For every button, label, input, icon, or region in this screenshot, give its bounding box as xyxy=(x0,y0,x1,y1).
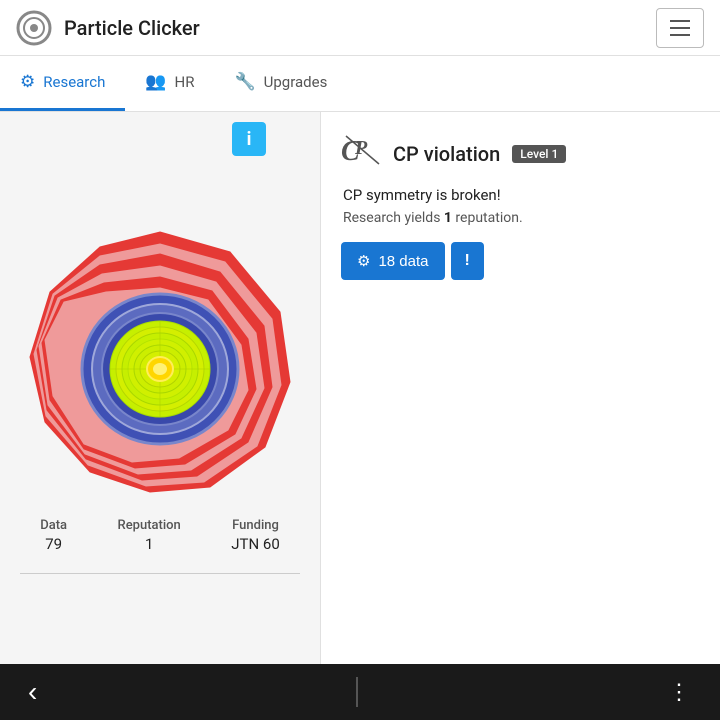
tab-bar: ⚙ Research 👥 HR 🔧 Upgrades xyxy=(0,56,720,112)
research-item-header: C P CP violation Level 1 xyxy=(341,132,700,176)
tab-hr-label: HR xyxy=(175,73,195,91)
action-row: ⚙ 18 data ! xyxy=(341,242,700,280)
cp-violation-icon: C P xyxy=(341,132,381,176)
level-badge: Level 1 xyxy=(512,145,566,163)
right-panel: C P CP violation Level 1 CP symmetry is … xyxy=(320,112,720,664)
stat-reputation-value: 1 xyxy=(145,535,153,553)
tab-research-label: Research xyxy=(43,73,105,91)
item-description: CP symmetry is broken! xyxy=(343,186,700,204)
stat-data-label: Data xyxy=(40,518,67,533)
item-yield: Research yields 1 reputation. xyxy=(343,210,700,226)
stat-funding: Funding JTN 60 xyxy=(231,518,280,553)
hamburger-button[interactable] xyxy=(656,8,704,48)
yield-unit: reputation. xyxy=(452,210,523,226)
tab-upgrades[interactable]: 🔧 Upgrades xyxy=(214,56,347,111)
stat-funding-label: Funding xyxy=(232,518,279,533)
research-btn-label: 18 data xyxy=(378,253,428,270)
panel-divider xyxy=(20,573,300,574)
stat-reputation: Reputation 1 xyxy=(118,518,181,553)
research-action-button[interactable]: ⚙ 18 data xyxy=(341,242,445,280)
yield-prefix: Research yields xyxy=(343,210,444,226)
tab-upgrades-label: Upgrades xyxy=(264,73,328,91)
main-content: i xyxy=(0,112,720,664)
research-tab-icon: ⚙ xyxy=(20,72,35,92)
exclamation-icon: ! xyxy=(465,252,470,270)
left-panel: i xyxy=(0,112,320,664)
upgrades-tab-icon: 🔧 xyxy=(234,72,255,92)
bottom-nav-bar: ‹ ⋮ xyxy=(0,664,720,720)
back-button[interactable]: ‹ xyxy=(20,668,45,716)
yield-value: 1 xyxy=(444,210,452,226)
hamburger-line-1 xyxy=(670,20,690,22)
stat-data: Data 79 xyxy=(40,518,67,553)
stats-row: Data 79 Reputation 1 Funding JTN 60 xyxy=(15,518,305,563)
info-badge[interactable]: i xyxy=(232,122,266,156)
stat-data-value: 79 xyxy=(45,535,62,553)
stat-reputation-label: Reputation xyxy=(118,518,181,533)
hamburger-line-2 xyxy=(670,27,690,29)
tab-hr[interactable]: 👥 HR xyxy=(125,56,214,111)
hr-tab-icon: 👥 xyxy=(145,72,166,92)
hamburger-line-3 xyxy=(670,34,690,36)
app-title: Particle Clicker xyxy=(64,16,200,40)
warn-button[interactable]: ! xyxy=(451,242,484,280)
particle-visualization[interactable] xyxy=(20,222,300,502)
app-logo-icon xyxy=(16,10,52,46)
more-options-button[interactable]: ⋮ xyxy=(660,671,700,713)
stat-funding-value: JTN 60 xyxy=(231,535,280,553)
app-bar: Particle Clicker xyxy=(0,0,720,56)
cp-symbol-svg: C P xyxy=(341,132,381,168)
tab-research[interactable]: ⚙ Research xyxy=(0,56,125,111)
gear-btn-icon: ⚙ xyxy=(357,252,370,270)
app-bar-left: Particle Clicker xyxy=(16,10,200,46)
research-item-title: CP violation xyxy=(393,142,500,166)
nav-divider xyxy=(356,677,358,707)
particle-svg xyxy=(20,222,300,502)
